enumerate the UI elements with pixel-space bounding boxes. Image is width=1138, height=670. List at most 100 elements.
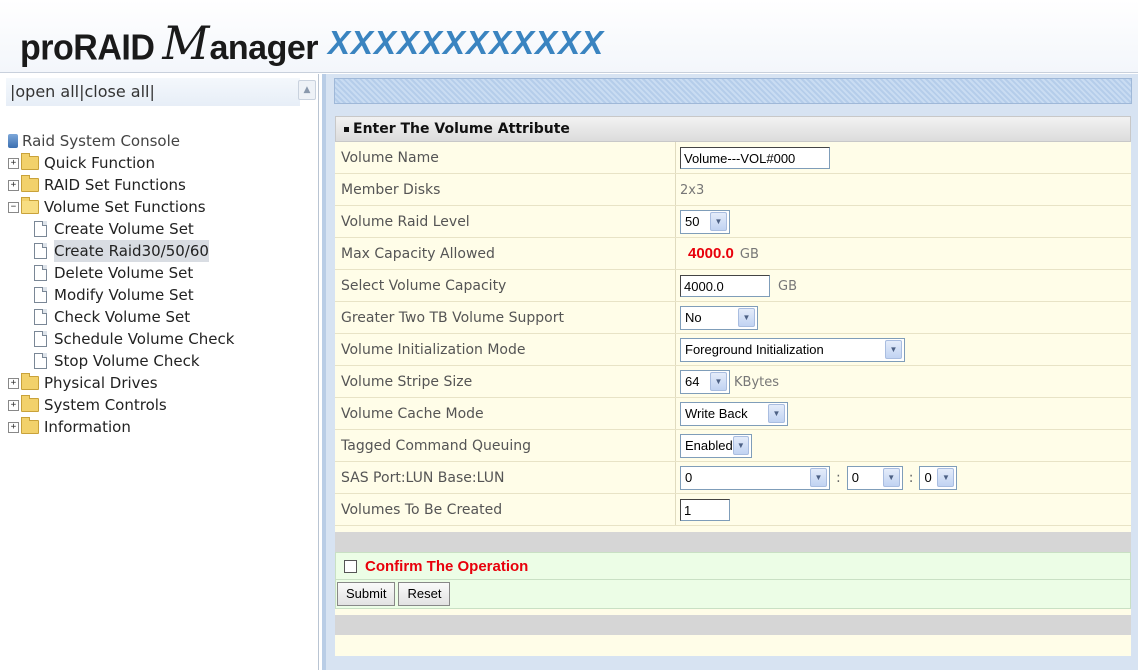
folder-raid-set-functions[interactable]: + RAID Set Functions [8, 174, 234, 196]
chevron-down-icon: ▼ [810, 468, 827, 487]
folder-physical-drives[interactable]: + Physical Drives [8, 372, 234, 394]
form-row: Member Disks 2x3 [335, 173, 1131, 206]
nav-check-volume-set[interactable]: Check Volume Set [8, 306, 234, 328]
nav-delete-volume-set[interactable]: Delete Volume Set [8, 262, 234, 284]
sidebar: |open all|close all| ▲ Raid System Conso… [0, 74, 319, 670]
title-stripe [334, 78, 1132, 104]
confirm-checkbox[interactable] [344, 559, 357, 573]
greater-two-tb-label: Greater Two TB Volume Support [335, 301, 676, 334]
button-row: Submit Reset [335, 580, 1131, 609]
expand-icon[interactable]: + [8, 421, 19, 433]
tcq-select[interactable]: Enabled ▼ [680, 433, 752, 458]
console-icon [8, 134, 18, 148]
page-icon [34, 243, 47, 259]
raid-level-value: 50 [685, 214, 700, 229]
lun-base-select[interactable]: 0 ▼ [846, 465, 903, 490]
nav-item-label: Delete Volume Set [54, 264, 194, 282]
tree-root[interactable]: Raid System Console [8, 130, 234, 152]
raid-level-select[interactable]: 50 ▼ [680, 209, 730, 234]
folder-label: Information [44, 418, 131, 436]
form-row: SAS Port:LUN Base:LUN 0 ▼:0 ▼:0 ▼ [335, 461, 1131, 494]
stripe-size-value: 64 [685, 374, 700, 389]
form-row: Volume Name Volume---VOL#000 [335, 142, 1131, 174]
logo-text-pro: proRAID [20, 28, 155, 68]
page-icon [34, 353, 47, 369]
collapse-icon[interactable]: − [8, 201, 19, 213]
lun-select[interactable]: 0 ▼ [919, 465, 958, 490]
page-icon [34, 221, 47, 237]
max-capacity-label: Max Capacity Allowed [335, 237, 676, 270]
expand-icon[interactable]: + [8, 157, 19, 169]
form-row: Volumes To Be Created 1 [335, 493, 1131, 526]
folder-icon [21, 175, 39, 192]
confirm-label: Confirm The Operation [365, 557, 529, 575]
nav-create-volume-set[interactable]: Create Volume Set [8, 218, 234, 240]
nav-tree: Raid System Console + Quick Function + R… [8, 130, 234, 438]
nav-item-label: Schedule Volume Check [54, 330, 235, 348]
chevron-down-icon: ▼ [937, 468, 955, 487]
volumes-count-input[interactable]: 1 [680, 498, 730, 521]
form-row: Greater Two TB Volume Support No ▼ [335, 301, 1131, 334]
folder-information[interactable]: + Information [8, 416, 234, 438]
volume-form: Volume Name Volume---VOL#000 Member Disk… [335, 142, 1131, 526]
nav-item-label: Modify Volume Set [54, 286, 194, 304]
separator: : [836, 469, 841, 486]
sas-port-select[interactable]: 0 ▼ [680, 465, 830, 490]
form-row: Volume Stripe Size 64 ▼ KBytes [335, 365, 1131, 398]
nav-item-label: Stop Volume Check [54, 352, 200, 370]
separator-bar [335, 532, 1131, 552]
scroll-up-icon[interactable]: ▲ [298, 80, 316, 100]
form-row: Volume Initialization Mode Foreground In… [335, 333, 1131, 366]
model-name: XXXXXXXXXXXX [328, 24, 605, 61]
member-disks-value: 2x3 [680, 182, 705, 198]
stripe-size-select[interactable]: 64 ▼ [680, 369, 730, 394]
footer-bar [335, 615, 1131, 635]
volume-capacity-input[interactable]: 4000.0 [680, 274, 770, 297]
folder-quick-function[interactable]: + Quick Function [8, 152, 234, 174]
volume-name-input[interactable]: Volume---VOL#000 [680, 146, 830, 169]
form-row: Max Capacity Allowed 4000.0 GB [335, 237, 1131, 270]
max-capacity-value: 4000.0 [688, 245, 734, 262]
volume-name-label: Volume Name [335, 142, 676, 174]
folder-icon [21, 153, 39, 170]
form-row: Select Volume Capacity 4000.0 GB [335, 269, 1131, 302]
logo-text-anager: anager [209, 29, 319, 67]
close-all-link[interactable]: close all [85, 82, 150, 101]
sas-port-value: 0 [685, 470, 693, 485]
folder-icon [21, 417, 39, 434]
greater-two-tb-select[interactable]: No ▼ [680, 305, 758, 330]
reset-button[interactable]: Reset [398, 582, 451, 606]
page-icon [34, 287, 47, 303]
init-mode-label: Volume Initialization Mode [335, 333, 676, 366]
cache-mode-select[interactable]: Write Back ▼ [680, 401, 788, 426]
stripe-size-label: Volume Stripe Size [335, 365, 676, 398]
expand-icon[interactable]: + [8, 377, 19, 389]
chevron-down-icon: ▼ [882, 468, 900, 487]
page-icon [34, 331, 47, 347]
folder-system-controls[interactable]: + System Controls [8, 394, 234, 416]
cache-mode-label: Volume Cache Mode [335, 397, 676, 430]
nav-stop-volume-check[interactable]: Stop Volume Check [8, 350, 234, 372]
panel-header: Enter The Volume Attribute [335, 116, 1131, 142]
folder-open-icon [21, 197, 39, 214]
init-mode-select[interactable]: Foreground Initialization ▼ [680, 337, 905, 362]
page-icon [34, 265, 47, 281]
chevron-down-icon: ▼ [732, 436, 749, 455]
nav-modify-volume-set[interactable]: Modify Volume Set [8, 284, 234, 306]
lun-base-value: 0 [851, 470, 859, 485]
nav-item-label: Create Raid30/50/60 [54, 240, 209, 262]
expand-icon[interactable]: + [8, 179, 19, 191]
submit-button[interactable]: Submit [337, 582, 396, 606]
open-all-link[interactable]: open all [15, 82, 79, 101]
nav-create-raid30-50-60[interactable]: Create Raid30/50/60 [8, 240, 234, 262]
lun-value: 0 [924, 470, 932, 485]
nav-schedule-volume-check[interactable]: Schedule Volume Check [8, 328, 234, 350]
nav-item-label: Check Volume Set [54, 308, 191, 326]
confirm-row: Confirm The Operation [335, 552, 1131, 580]
chevron-down-icon: ▼ [738, 308, 755, 327]
folder-label: System Controls [44, 396, 167, 414]
form-row: Volume Raid Level 50 ▼ [335, 205, 1131, 238]
folder-volume-set-functions[interactable]: − Volume Set Functions [8, 196, 234, 218]
folder-label: Volume Set Functions [44, 198, 206, 216]
expand-icon[interactable]: + [8, 399, 19, 411]
